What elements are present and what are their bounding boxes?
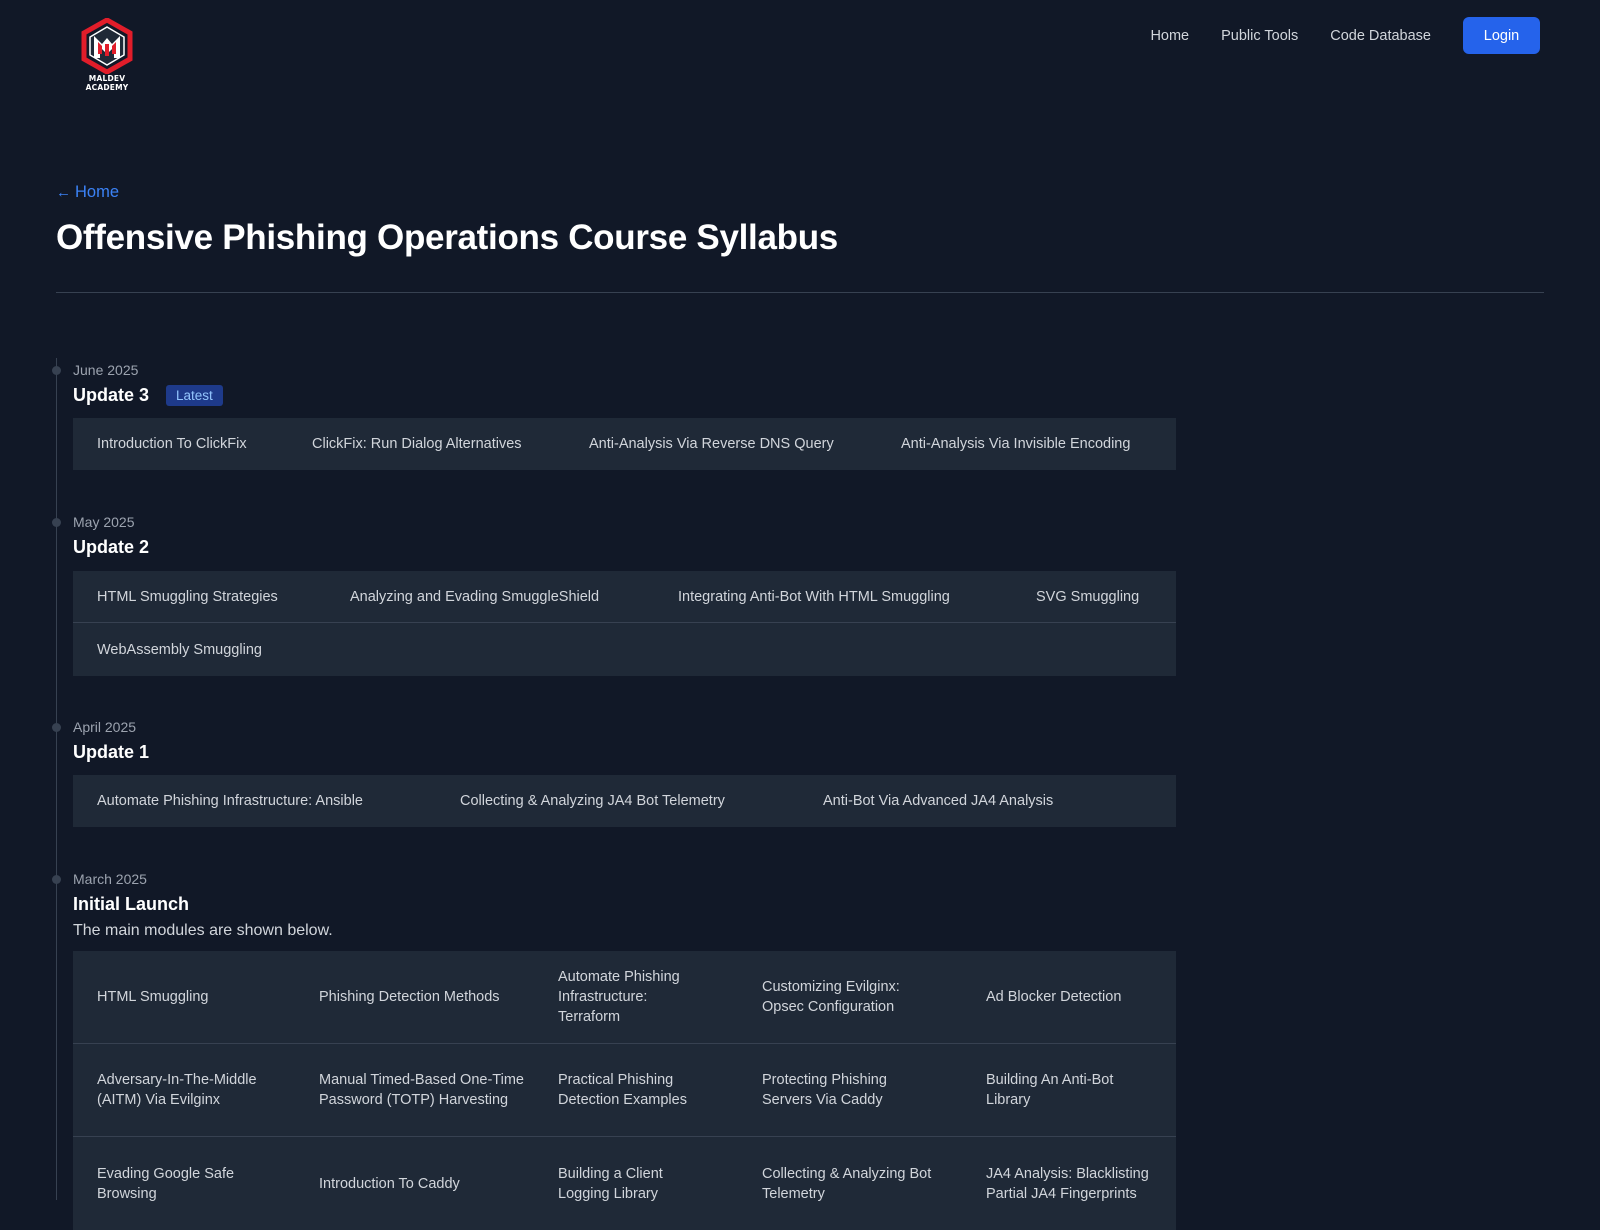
module-item[interactable]: Building An Anti-Bot Library xyxy=(986,1044,1161,1136)
site-header: MALDEV ACADEMY Home Public Tools Code Da… xyxy=(0,0,1600,110)
module-item[interactable]: Protecting Phishing Servers Via Caddy xyxy=(762,1044,937,1136)
update-description: The main modules are shown below. xyxy=(73,922,333,939)
update-title-text: Update 3 xyxy=(73,385,150,405)
update-title-text: Update 1 xyxy=(73,742,150,762)
nav-public-tools-link[interactable]: Public Tools xyxy=(1221,28,1298,44)
module-item[interactable]: Integrating Anti-Bot With HTML Smuggling xyxy=(678,571,950,622)
module-item[interactable]: Phishing Detection Methods xyxy=(319,951,529,1043)
module-item[interactable]: HTML Smuggling xyxy=(97,951,297,1043)
module-item[interactable]: Automate Phishing Infrastructure: Terraf… xyxy=(558,951,708,1043)
module-table-update-1: Automate Phishing Infrastructure: Ansibl… xyxy=(73,775,1176,827)
module-table-initial-launch: HTML Smuggling Phishing Detection Method… xyxy=(73,951,1176,1230)
nav-code-database-link[interactable]: Code Database xyxy=(1330,28,1431,44)
back-home-link[interactable]: ← Home xyxy=(56,183,119,202)
module-item[interactable]: Collecting & Analyzing Bot Telemetry xyxy=(762,1137,937,1230)
logo-text-line1: MALDEV xyxy=(88,74,126,83)
module-item[interactable]: Introduction To ClickFix xyxy=(97,418,247,470)
main-nav: Home Public Tools Code Database Login xyxy=(1118,17,1540,54)
module-item[interactable]: Ad Blocker Detection xyxy=(986,951,1161,1043)
module-item[interactable]: Customizing Evilginx: Opsec Configuratio… xyxy=(762,951,937,1043)
module-item[interactable]: Analyzing and Evading SmuggleShield xyxy=(350,571,599,622)
logo-text-line2: ACADEMY xyxy=(85,83,129,92)
timeline-dot xyxy=(52,366,61,375)
update-date: April 2025 xyxy=(73,719,137,735)
maldev-academy-logo[interactable]: MALDEV ACADEMY xyxy=(80,18,134,98)
update-title: Update 1 xyxy=(73,742,149,763)
update-title-text: Update 2 xyxy=(73,537,150,557)
module-table-update-3: Introduction To ClickFix ClickFix: Run D… xyxy=(73,418,1176,470)
update-date: June 2025 xyxy=(73,362,139,378)
module-item[interactable]: ClickFix: Run Dialog Alternatives xyxy=(312,418,522,470)
module-item[interactable]: SVG Smuggling xyxy=(1036,571,1139,622)
nav-home-link[interactable]: Home xyxy=(1150,28,1189,44)
module-item[interactable]: Practical Phishing Detection Examples xyxy=(558,1044,708,1136)
module-item[interactable]: Automate Phishing Infrastructure: Ansibl… xyxy=(97,775,363,827)
update-title: Initial Launch xyxy=(73,894,189,915)
table-row: HTML Smuggling Strategies Analyzing and … xyxy=(73,571,1176,623)
update-title-text: Initial Launch xyxy=(73,894,190,914)
table-row: Automate Phishing Infrastructure: Ansibl… xyxy=(73,775,1176,827)
module-item[interactable]: Introduction To Caddy xyxy=(319,1137,529,1230)
module-table-update-2: HTML Smuggling Strategies Analyzing and … xyxy=(73,571,1176,676)
module-item[interactable]: Evading Google Safe Browsing xyxy=(97,1137,297,1230)
update-title: Update 2 xyxy=(73,537,149,558)
timeline-dot xyxy=(52,723,61,732)
update-date: May 2025 xyxy=(73,514,135,530)
module-item[interactable]: Manual Timed-Based One-Time Password (TO… xyxy=(319,1044,529,1136)
module-item[interactable]: Anti-Bot Via Advanced JA4 Analysis xyxy=(823,775,1053,827)
module-item[interactable]: Collecting & Analyzing JA4 Bot Telemetry xyxy=(460,775,725,827)
timeline-line xyxy=(56,358,57,1200)
table-row: HTML Smuggling Phishing Detection Method… xyxy=(73,951,1176,1044)
module-item[interactable]: Anti-Analysis Via Reverse DNS Query xyxy=(589,418,834,470)
back-link-label: Home xyxy=(75,183,120,201)
title-divider xyxy=(56,292,1544,293)
login-button[interactable]: Login xyxy=(1463,17,1540,54)
module-item[interactable]: Anti-Analysis Via Invisible Encoding xyxy=(901,418,1130,470)
table-row: WebAssembly Smuggling xyxy=(73,623,1176,676)
table-row: Evading Google Safe Browsing Introductio… xyxy=(73,1137,1176,1230)
update-title: Update 3 Latest xyxy=(73,385,223,406)
update-date: March 2025 xyxy=(73,871,147,887)
module-item[interactable]: Adversary-In-The-Middle (AITM) Via Evilg… xyxy=(97,1044,297,1136)
page-title: Offensive Phishing Operations Course Syl… xyxy=(56,218,838,257)
table-row: Introduction To ClickFix ClickFix: Run D… xyxy=(73,418,1176,470)
timeline-dot xyxy=(52,875,61,884)
latest-badge: Latest xyxy=(166,385,223,406)
module-item[interactable]: HTML Smuggling Strategies xyxy=(97,571,278,622)
module-item[interactable]: Building a Client Logging Library xyxy=(558,1137,708,1230)
logo-shield-icon xyxy=(81,18,133,74)
arrow-left-icon: ← xyxy=(56,184,71,201)
module-item[interactable]: JA4 Analysis: Blacklisting Partial JA4 F… xyxy=(986,1137,1161,1230)
table-row: Adversary-In-The-Middle (AITM) Via Evilg… xyxy=(73,1044,1176,1137)
timeline-dot xyxy=(52,518,61,527)
module-item[interactable]: WebAssembly Smuggling xyxy=(97,623,262,676)
